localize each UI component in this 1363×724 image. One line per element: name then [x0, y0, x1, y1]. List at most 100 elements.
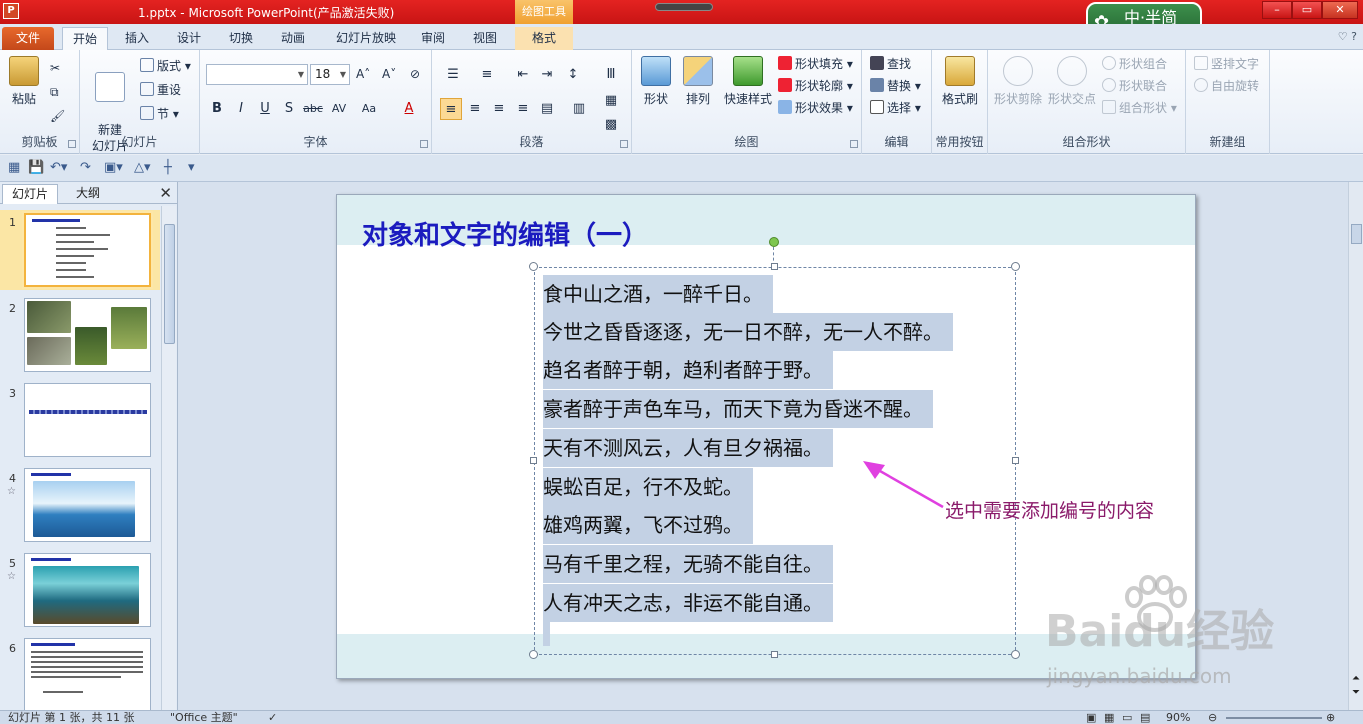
bullets-icon[interactable]: ☰ [442, 64, 464, 86]
shape-union-button[interactable]: 形状联合 [1102, 76, 1167, 96]
align-left-icon[interactable]: ≡ [440, 98, 462, 120]
normal-view-icon[interactable]: ▣ [1086, 711, 1096, 724]
editor-scrollbar[interactable]: ⏶ ⏷ [1348, 182, 1363, 710]
underline-icon[interactable]: U [254, 98, 276, 120]
resize-handle-s[interactable] [771, 651, 778, 658]
font-name-combo[interactable]: ▼ [206, 64, 308, 85]
slide-thumbnail-2[interactable]: 2 [0, 298, 160, 378]
arrange-button[interactable]: 排列 [680, 56, 716, 107]
restore-button[interactable]: ▭ [1292, 1, 1322, 19]
shrink-font-icon[interactable]: A˅ [382, 64, 396, 84]
paragraph-launcher[interactable] [620, 140, 628, 148]
zoom-slider[interactable] [1226, 717, 1322, 719]
tab-animations[interactable]: 动画 [270, 27, 316, 50]
tab-insert[interactable]: 插入 [114, 27, 160, 50]
resize-handle-nw[interactable] [529, 262, 538, 271]
shadow-icon[interactable]: S [278, 98, 300, 120]
italic-icon[interactable]: I [230, 98, 252, 120]
scrollbar-thumb[interactable] [164, 224, 175, 344]
text-line-8[interactable]: 马有千里之程，无骑不能自往。 [543, 545, 833, 583]
save-icon[interactable]: 💾 [28, 160, 44, 175]
tab-view[interactable]: 视图 [462, 27, 508, 50]
theme-status[interactable]: "Office 主题" [170, 711, 238, 724]
redo-icon[interactable]: ↷ [80, 160, 91, 175]
char-spacing-icon[interactable]: AV [328, 98, 350, 120]
layout-button[interactable]: 版式 ▾ [140, 56, 191, 76]
clipboard-launcher[interactable] [68, 140, 76, 148]
justify-icon[interactable]: ≡ [512, 98, 534, 120]
tab-slideshow[interactable]: 幻灯片放映 [326, 27, 406, 50]
toolbar-icon[interactable]: ▦ [8, 160, 20, 175]
close-icon[interactable]: ✕ [159, 184, 172, 202]
text-line-2[interactable]: 今世之昏昏逐逐，无一日不醉，无一人不醉。 [543, 313, 953, 351]
resize-handle-n[interactable] [771, 263, 778, 270]
spellcheck-icon[interactable]: ✓ [268, 711, 277, 724]
resize-handle-e[interactable] [1012, 457, 1019, 464]
shape-intersect-button[interactable]: 形状交点 [1046, 56, 1098, 107]
customize-qat-icon[interactable]: ▾ [188, 160, 195, 175]
text-line-9[interactable]: 人有冲天之志，非运不能自通。 [543, 584, 833, 622]
replace-button[interactable]: 替换 ▾ [870, 76, 921, 96]
grow-font-icon[interactable]: A˄ [356, 64, 370, 84]
decrease-indent-icon[interactable]: ⇤ [512, 64, 534, 86]
slide-thumbnail-5[interactable]: 5 ☆ [0, 553, 160, 633]
shapes-button[interactable]: 形状 [638, 56, 674, 107]
shape-outline-button[interactable]: 形状轮廓 ▾ [778, 76, 853, 96]
paste-button[interactable]: 粘贴 [6, 56, 42, 107]
quick-styles-button[interactable]: 快速样式 [720, 56, 776, 107]
align-right-icon[interactable]: ≡ [488, 98, 510, 120]
shape-combine-button[interactable]: 形状组合 [1102, 54, 1167, 74]
select-button[interactable]: 选择 ▾ [870, 98, 921, 118]
tab-file[interactable]: 文件 [2, 27, 54, 50]
distributed-icon[interactable]: ▤ [536, 98, 558, 120]
close-button[interactable]: ✕ [1322, 1, 1358, 19]
section-button[interactable]: 节 ▾ [140, 104, 179, 124]
resize-handle-sw[interactable] [529, 650, 538, 659]
text-direction-icon[interactable]: Ⅲ [600, 64, 622, 86]
strikethrough-icon[interactable]: abc [302, 98, 324, 120]
slideshow-view-icon[interactable]: ▤ [1140, 711, 1150, 724]
shape-icon[interactable]: ┼ [164, 160, 172, 175]
scrollbar-thumb[interactable] [1351, 224, 1362, 244]
shape-subtract-button[interactable]: 形状剪除 [992, 56, 1044, 107]
drawing-launcher[interactable] [850, 140, 858, 148]
numbering-icon[interactable]: ≡ [476, 64, 498, 86]
slideshow-icon[interactable]: ▣▾ [104, 160, 123, 175]
help-icon[interactable]: ♡ ? [1338, 30, 1357, 43]
zoom-out-icon[interactable]: ⊖ [1208, 711, 1217, 724]
cut-icon[interactable]: ✂ [50, 58, 60, 78]
tab-review[interactable]: 审阅 [410, 27, 456, 50]
draw-icon[interactable]: △▾ [134, 160, 151, 175]
sorter-view-icon[interactable]: ▦ [1104, 711, 1114, 724]
reading-view-icon[interactable]: ▭ [1122, 711, 1132, 724]
zoom-level[interactable]: 90% [1166, 711, 1190, 724]
format-painter-button[interactable]: 格式刷 [938, 56, 982, 107]
text-line-6[interactable]: 蜈蚣百足，行不及蛇。 [543, 468, 753, 506]
free-rotate-button[interactable]: 自由旋转 [1194, 76, 1259, 96]
text-line-1[interactable]: 食中山之酒，一醉千日。 [543, 275, 773, 313]
resize-handle-ne[interactable] [1011, 262, 1020, 271]
next-slide-icon[interactable]: ⏷ [1352, 687, 1360, 698]
text-line-4[interactable]: 豪者醉于声色车马，而天下竟为昏迷不醒。 [543, 390, 933, 428]
shape-fill-button[interactable]: 形状填充 ▾ [778, 54, 853, 74]
increase-indent-icon[interactable]: ⇥ [536, 64, 558, 86]
tab-format[interactable]: 格式 [515, 27, 573, 50]
rotation-handle[interactable] [769, 237, 779, 247]
slide-thumbnail-4[interactable]: 4 ☆ [0, 468, 160, 548]
powerpoint-icon[interactable]: P [3, 3, 19, 19]
panel-scrollbar[interactable] [161, 206, 176, 710]
tab-outline-panel[interactable]: 大纲 [60, 184, 116, 204]
text-line-7[interactable]: 雄鸡两翼，飞不过鸦。 [543, 506, 753, 544]
align-text-icon[interactable]: ▦ [600, 90, 622, 112]
line-spacing-icon[interactable]: ↕ [562, 64, 584, 86]
columns-icon[interactable]: ▥ [568, 98, 590, 120]
font-launcher[interactable] [420, 140, 428, 148]
clear-format-icon[interactable]: ⊘ [410, 64, 420, 84]
format-painter-small-icon[interactable]: 🖌 [50, 106, 65, 126]
undo-icon[interactable]: ↶▾ [50, 160, 67, 175]
change-case-icon[interactable]: Aa [358, 98, 380, 120]
align-center-icon[interactable]: ≡ [464, 98, 486, 120]
text-line-3[interactable]: 趋名者醉于朝，趋利者醉于野。 [543, 351, 833, 389]
tab-home[interactable]: 开始 [62, 27, 108, 50]
resize-handle-w[interactable] [530, 457, 537, 464]
